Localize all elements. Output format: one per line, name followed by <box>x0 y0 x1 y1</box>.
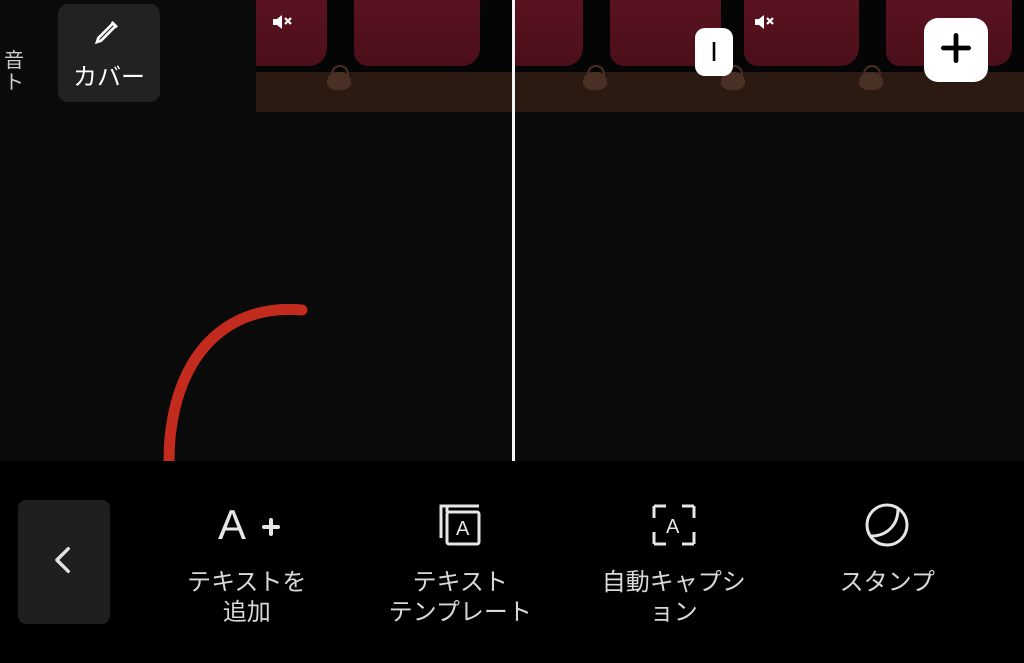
tool-text-template[interactable]: A テキスト テンプレート <box>360 496 560 628</box>
text-toolbar: A テキストを 追加 A テキスト テンプレート <box>0 461 1024 663</box>
tool-add-text-label: テキストを 追加 <box>187 568 306 628</box>
split-handle[interactable]: I <box>695 28 733 76</box>
tool-auto-caption-label: 自動キャプシ ョン <box>602 568 746 628</box>
playhead-line[interactable] <box>512 0 515 464</box>
tool-text-template-label: テキスト テンプレート <box>389 568 532 628</box>
clip-filmstrip[interactable] <box>256 0 1024 112</box>
svg-text:A: A <box>456 518 470 540</box>
cover-button[interactable]: カバー <box>58 4 160 102</box>
tool-add-text[interactable]: A テキストを 追加 <box>147 496 347 628</box>
sticker-icon <box>862 496 912 554</box>
pencil-icon <box>93 14 125 51</box>
split-handle-glyph: I <box>710 36 718 68</box>
chevron-left-icon <box>47 536 81 589</box>
svg-text:A: A <box>218 501 246 548</box>
auto-caption-icon: A <box>648 496 700 554</box>
mute-icon <box>746 8 780 36</box>
add-clip-button[interactable] <box>924 18 988 82</box>
add-text-icon: A <box>212 496 282 554</box>
text-template-icon: A <box>433 496 487 554</box>
tool-sticker[interactable]: スタンプ <box>787 496 987 598</box>
side-track-label: 音 ト <box>0 50 24 94</box>
tool-auto-caption[interactable]: A 自動キャプシ ョン <box>574 496 774 628</box>
tool-sticker-label: スタンプ <box>840 568 935 598</box>
mute-icon <box>264 8 298 36</box>
svg-text:A: A <box>666 516 680 538</box>
plus-icon <box>937 29 975 72</box>
back-button[interactable] <box>18 500 110 624</box>
cover-button-label: カバー <box>73 57 145 92</box>
editor-stage: 音 ト カバー <box>0 0 1024 663</box>
